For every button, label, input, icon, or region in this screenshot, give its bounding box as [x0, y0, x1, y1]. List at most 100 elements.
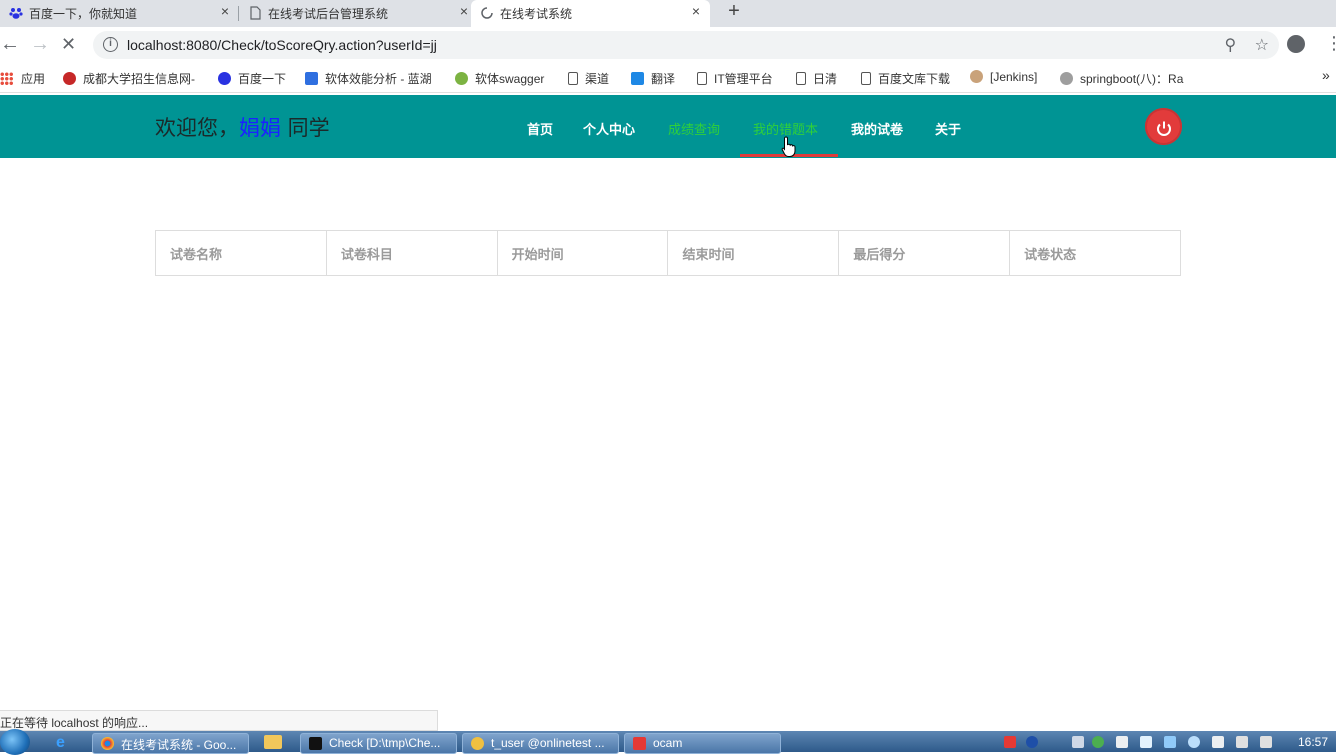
hand-cursor-icon [781, 136, 796, 157]
col-end-time: 结束时间 [667, 230, 840, 276]
file-explorer-icon[interactable] [264, 735, 282, 749]
zoom-icon[interactable]: ⚲ [1224, 37, 1236, 54]
bookmark-item[interactable]: 成都大学招生信息网- [63, 70, 195, 87]
new-tab-button[interactable]: + [724, 0, 744, 23]
taskbar-label: ocam [653, 736, 683, 750]
power-icon [1157, 121, 1171, 136]
taskbar-ocam[interactable]: ocam [624, 733, 781, 754]
system-tray: 16:57 [1000, 731, 1336, 752]
tab-strip: 百度一下，你就知道 × 在线考试后台管理系统 × 在线考试系统 × + [0, 0, 1336, 27]
start-button-icon[interactable] [0, 729, 30, 755]
bluetooth-icon[interactable] [1116, 736, 1128, 748]
tab-admin[interactable]: 在线考试后台管理系统 × [239, 0, 478, 27]
network-app-icon[interactable] [1188, 736, 1200, 748]
page-icon [697, 72, 707, 85]
site-info-icon[interactable]: i [103, 37, 118, 52]
bookmark-label: 成都大学招生信息网- [83, 72, 195, 86]
score-table: 试卷名称 试卷科目 开始时间 结束时间 最后得分 试卷状态 [155, 230, 1181, 276]
col-paper-subject: 试卷科目 [325, 230, 498, 276]
bookmark-item[interactable]: 翻译 [631, 70, 675, 87]
bookmark-label: 百度一下 [238, 72, 287, 86]
close-tab-icon[interactable]: × [221, 3, 229, 19]
show-hidden-icons-icon[interactable] [1072, 736, 1084, 748]
user-name: 娟娟 [239, 116, 281, 140]
bookmarks-bar: 应用 成都大学招生信息网- 百度一下 软体效能分析 - 蓝湖 软体swagger… [0, 63, 1336, 93]
nav-my-papers[interactable]: 我的试卷 [851, 119, 903, 138]
close-tab-icon[interactable]: × [460, 3, 468, 19]
help-icon[interactable] [1026, 736, 1038, 748]
blog-icon [1060, 72, 1073, 85]
swagger-icon [455, 72, 468, 85]
usb-device-icon[interactable] [1212, 736, 1224, 748]
chrome-icon [101, 737, 114, 750]
bookmark-apps[interactable]: 应用 [0, 70, 45, 87]
taskbar-chrome[interactable]: 在线考试系统 - Goo... [92, 733, 249, 754]
tab-baidu[interactable]: 百度一下，你就知道 × [0, 0, 239, 27]
table-header-row: 试卷名称 试卷科目 开始时间 结束时间 最后得分 试卷状态 [155, 230, 1181, 276]
nav-about[interactable]: 关于 [935, 119, 961, 138]
taskbar-label: 在线考试系统 - Goo... [121, 738, 237, 752]
bookmark-item[interactable]: 软体swagger [455, 70, 544, 87]
ocam-icon [633, 737, 646, 750]
bookmark-item[interactable]: 百度一下 [218, 70, 286, 87]
bookmark-label: 渠道 [585, 72, 610, 86]
update-icon[interactable] [1164, 736, 1176, 748]
nav-home[interactable]: 首页 [527, 119, 553, 138]
profile-avatar-icon[interactable] [1287, 35, 1305, 53]
tab-exam-active[interactable]: 在线考试系统 × [471, 0, 710, 27]
taskbar-navicat[interactable]: t_user @onlinetest ... [462, 733, 619, 754]
address-bar[interactable]: i localhost:8080/Check/toScoreQry.action… [93, 31, 1279, 59]
more-bookmarks-icon[interactable]: » [1322, 67, 1330, 83]
security-shield-icon[interactable] [1140, 736, 1152, 748]
bookmark-item[interactable]: 软体效能分析 - 蓝湖 [305, 70, 432, 87]
bookmark-label: [Jenkins] [990, 70, 1038, 84]
lanhu-icon [305, 72, 318, 85]
bookmark-item[interactable]: springboot(八)：Ra [1060, 70, 1195, 87]
browser-menu-icon[interactable]: ⋮ [1325, 33, 1336, 54]
wechat-icon[interactable] [1092, 736, 1104, 748]
page-icon [861, 72, 871, 85]
tab-label: 在线考试后台管理系统 [268, 7, 389, 21]
bookmark-label: 应用 [21, 72, 46, 86]
logout-power-button[interactable] [1145, 108, 1182, 145]
page-icon [568, 72, 578, 85]
bookmark-item[interactable]: 渠道 [568, 70, 609, 87]
url-text[interactable]: localhost:8080/Check/toScoreQry.action?u… [127, 37, 437, 53]
bookmark-item[interactable]: 日清 [796, 70, 837, 87]
omnibox-actions: ⚲ ☆ [1224, 35, 1269, 55]
bookmark-item[interactable]: IT管理平台 [697, 70, 773, 87]
col-start-time: 开始时间 [496, 230, 669, 276]
forward-icon[interactable]: → [30, 34, 50, 54]
apps-grid-icon [0, 72, 13, 85]
page-icon [250, 6, 261, 20]
bookmark-item[interactable]: 百度文库下载 [861, 70, 950, 87]
welcome-message: 欢迎您，娟娟 同学 [155, 112, 330, 142]
windows-taskbar: e 在线考试系统 - Goo... Check [D:\tmp\Che... t… [0, 729, 1336, 755]
nav-profile[interactable]: 个人中心 [583, 119, 635, 138]
stop-loading-icon[interactable]: ✕ [61, 34, 76, 54]
back-icon[interactable]: ← [0, 34, 20, 54]
nav-score-query[interactable]: 成绩查询 [668, 119, 720, 138]
bookmark-label: 百度文库下载 [878, 72, 951, 86]
bookmark-label: springboot(八)：Ra [1080, 72, 1184, 86]
bookmark-label: 软体效能分析 - 蓝湖 [325, 72, 432, 86]
baidu-paw-icon [9, 8, 23, 19]
network-signal-icon[interactable] [1236, 736, 1248, 748]
status-bubble: 正在等待 localhost 的响应... [0, 710, 438, 731]
cdu-logo-icon [63, 72, 76, 85]
bookmark-label: 日清 [813, 72, 838, 86]
taskbar-label: t_user @onlinetest ... [491, 736, 605, 750]
volume-icon[interactable] [1260, 736, 1272, 748]
internet-explorer-icon[interactable]: e [56, 734, 65, 752]
intellij-icon [309, 737, 322, 750]
bookmark-label: 翻译 [651, 72, 676, 86]
taskbar-clock[interactable]: 16:57 [1298, 735, 1328, 749]
loading-spinner-icon [481, 7, 493, 19]
taskbar-intellij[interactable]: Check [D:\tmp\Che... [300, 733, 457, 754]
close-tab-icon[interactable]: × [692, 3, 700, 19]
bookmark-star-icon[interactable]: ☆ [1255, 37, 1269, 54]
sogou-ime-icon[interactable] [1004, 736, 1016, 748]
welcome-suffix: 同学 [281, 116, 330, 140]
bookmark-item[interactable]: [Jenkins] [970, 70, 1037, 84]
tab-label: 百度一下，你就知道 [29, 7, 138, 21]
